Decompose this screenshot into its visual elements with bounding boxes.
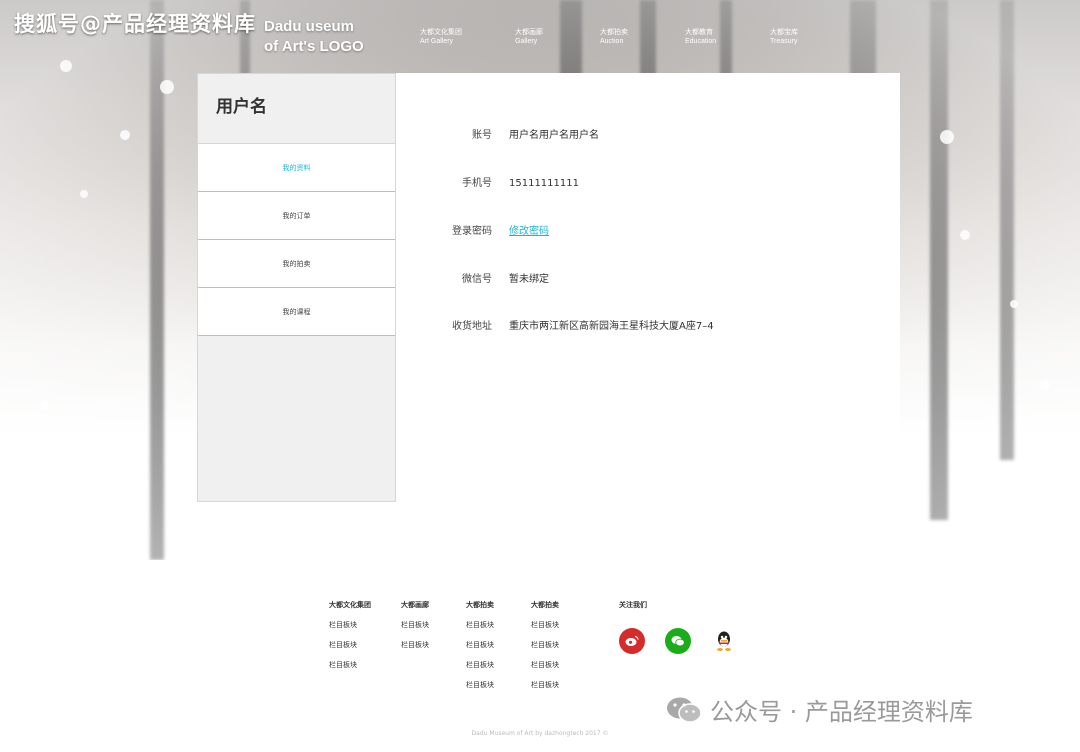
nav-item-art-gallery[interactable]: 大都文化集团 Art Gallery [420, 28, 462, 46]
footer-link[interactable]: 栏目板块 [401, 640, 429, 652]
qq-icon[interactable] [711, 628, 737, 654]
copyright-text: Dadu Museum of Art by dazhongtech 2017 © [471, 730, 609, 737]
wechat-icon[interactable] [665, 628, 691, 654]
account-value: 用户名用户名用户名 [509, 130, 599, 141]
nav-item-sublabel: Art Gallery [420, 38, 454, 45]
footer-column-title: 大都拍卖 [531, 601, 559, 609]
footer-link[interactable]: 栏目板块 [329, 660, 371, 672]
wechat-value: 暂未绑定 [509, 274, 549, 285]
sidebar-item-my-orders[interactable]: 我的订单 [198, 192, 395, 240]
field-label: 手机号 [462, 178, 492, 189]
sidebar-item-my-courses[interactable]: 我的课程 [198, 288, 395, 336]
nav-item-sublabel: Treasury [770, 38, 798, 45]
footer-column-title: 大都画廊 [401, 601, 429, 609]
footer-link[interactable]: 栏目板块 [329, 640, 371, 652]
main-nav: 大都文化集团 Art Gallery 大都画廊 Gallery 大都拍卖 Auc… [0, 28, 1080, 48]
footer-column-title: 大都文化集团 [329, 601, 371, 609]
footer-follow: 关注我们 [619, 600, 647, 612]
profile-row-wechat: 微信号 暂未绑定 [396, 270, 900, 290]
footer-link[interactable]: 栏目板块 [531, 640, 559, 652]
footer-column-title: 大都拍卖 [466, 601, 494, 609]
account-sidebar: 用户名 我的资料 我的订单 我的拍卖 我的课程 [197, 73, 396, 502]
footer-link[interactable]: 栏目板块 [401, 620, 429, 632]
nav-item-label: 大都画廊 [515, 29, 543, 36]
sidebar-item-my-profile[interactable]: 我的资料 [198, 144, 395, 192]
change-password-link[interactable]: 修改密码 [509, 222, 549, 242]
watermark-bottom: 公众号 · 产品经理资料库 [666, 692, 973, 727]
address-value: 重庆市两江新区高新园海王星科技大厦A座7–4 [509, 321, 714, 332]
profile-row-phone: 手机号 15111111111 [396, 174, 900, 194]
footer-link[interactable]: 栏目板块 [329, 620, 371, 632]
field-label: 登录密码 [452, 226, 492, 237]
nav-item-treasury[interactable]: 大都宝库 Treasury [770, 28, 798, 46]
nav-item-auction[interactable]: 大都拍卖 Auction [600, 28, 628, 46]
nav-item-label: 大都教育 [685, 29, 713, 36]
profile-info: 账号 用户名用户名用户名 手机号 15111111111 登录密码 修改密码 微… [396, 73, 900, 502]
nav-item-gallery[interactable]: 大都画廊 Gallery [515, 28, 543, 46]
footer-link[interactable]: 栏目板块 [531, 620, 559, 632]
field-label: 微信号 [462, 274, 492, 285]
footer-column: 大都拍卖 栏目板块 栏目板块 栏目板块 栏目板块 [466, 600, 494, 692]
phone-value: 15111111111 [509, 178, 579, 189]
footer-link[interactable]: 栏目板块 [531, 660, 559, 672]
profile-row-address: 收货地址 重庆市两江新区高新园海王星科技大厦A座7–4 [396, 317, 900, 337]
follow-us-title: 关注我们 [619, 601, 647, 609]
nav-item-sublabel: Education [685, 38, 717, 45]
footer-link[interactable]: 栏目板块 [466, 660, 494, 672]
field-label: 收货地址 [452, 321, 492, 332]
nav-item-label: 大都文化集团 [420, 29, 462, 36]
footer-link[interactable]: 栏目板块 [531, 680, 559, 692]
watermark-bottom-text: 公众号 · 产品经理资料库 [710, 698, 973, 726]
profile-row-account: 账号 用户名用户名用户名 [396, 126, 900, 146]
wechat-watermark-icon [666, 696, 702, 724]
nav-item-sublabel: Auction [600, 38, 624, 45]
sidebar-item-my-auctions[interactable]: 我的拍卖 [198, 240, 395, 288]
footer-column: 大都文化集团 栏目板块 栏目板块 栏目板块 [329, 600, 371, 672]
nav-item-label: 大都拍卖 [600, 29, 628, 36]
footer-column: 大都画廊 栏目板块 栏目板块 [401, 600, 429, 652]
profile-row-password: 登录密码 修改密码 [396, 222, 900, 242]
field-label: 账号 [472, 130, 492, 141]
footer-link[interactable]: 栏目板块 [466, 640, 494, 652]
footer-column: 大都拍卖 栏目板块 栏目板块 栏目板块 栏目板块 [531, 600, 559, 692]
nav-item-education[interactable]: 大都教育 Education [685, 28, 716, 46]
footer-link[interactable]: 栏目板块 [466, 620, 494, 632]
nav-item-label: 大都宝库 [770, 29, 798, 36]
nav-item-sublabel: Gallery [515, 38, 538, 45]
footer-link[interactable]: 栏目板块 [466, 680, 494, 692]
weibo-icon[interactable] [619, 628, 645, 654]
sidebar-username: 用户名 [198, 74, 395, 144]
profile-panel: 用户名 我的资料 我的订单 我的拍卖 我的课程 账号 用户名用户名用户名 手机号… [197, 73, 900, 502]
